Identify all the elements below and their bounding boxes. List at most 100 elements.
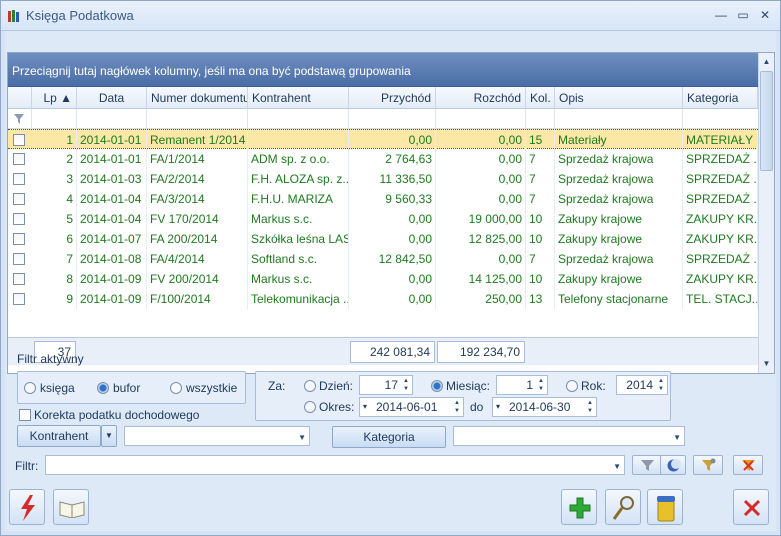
filter-funnel-button[interactable]: [632, 455, 662, 475]
filtr-input[interactable]: ▼: [45, 455, 625, 475]
header-kontrahent[interactable]: Kontrahent: [248, 87, 349, 109]
cell-data: 2014-01-01: [77, 149, 147, 169]
radio-ksiega[interactable]: [24, 382, 36, 394]
vertical-scrollbar[interactable]: ▲ ▼: [758, 53, 774, 373]
minimize-icon[interactable]: —: [712, 7, 730, 23]
filter-icon[interactable]: [14, 114, 24, 124]
table-row[interactable]: 4 2014-01-04 FA/3/2014 F.H.U. MARIZA 9 560,3…: [8, 189, 758, 209]
korekta-checkbox[interactable]: [19, 409, 31, 421]
miesiac-label[interactable]: Miesiąc:: [446, 379, 490, 393]
korekta-label[interactable]: Korekta podatku dochodowego: [34, 408, 199, 422]
okres-from-input[interactable]: ▾ 2014-06-01 ▲ ▼: [359, 397, 464, 417]
filter-settings-button[interactable]: [693, 455, 723, 475]
scroll-up-icon[interactable]: ▲: [760, 55, 773, 69]
group-by-panel[interactable]: Przeciągnij tutaj nagłówek kolumny, jeśl…: [8, 53, 758, 87]
period-panel: Za: Dzień: 17 ▲ ▼ Miesiąc: 1 ▲ ▼ Rok: 2014 ▲ ▼…: [255, 371, 671, 421]
table-row[interactable]: 6 2014-01-07 FA 200/2014 Szkółka leśna LAS 0…: [8, 229, 758, 249]
header-lp[interactable]: Lp ▲: [32, 87, 77, 109]
cell-rozchod: 12 825,00: [436, 229, 526, 249]
filter-row-cell[interactable]: [147, 109, 248, 129]
radio-bufor-label[interactable]: bufor: [113, 381, 140, 395]
kategoria-combo[interactable]: ▼: [453, 426, 685, 446]
filter-row-cell[interactable]: [32, 109, 77, 129]
filter-row-cell[interactable]: [526, 109, 555, 129]
dzien-label[interactable]: Dzień:: [319, 379, 353, 393]
rok-input[interactable]: 2014 ▲ ▼: [616, 375, 668, 395]
kontrahent-combo[interactable]: ▼: [124, 426, 310, 446]
maximize-icon[interactable]: ▭: [734, 7, 752, 23]
table-row[interactable]: 5 2014-01-04 FV 170/2014 Markus s.c. 0,00 19 …: [8, 209, 758, 229]
filter-row-cell[interactable]: [77, 109, 147, 129]
close-button[interactable]: [733, 489, 769, 525]
filter-row-cell[interactable]: [555, 109, 683, 129]
table-row[interactable]: 9 2014-01-09 F/100/2014 Telekomunikacja ...…: [8, 289, 758, 309]
cell-opis: Sprzedaż krajowa: [555, 149, 683, 169]
dropdown-arrow-icon[interactable]: ▼: [613, 458, 621, 476]
table-row[interactable]: 1 2014-01-01 Remanent 1/2014 0,00 0,00 15 Mate…: [8, 129, 758, 150]
dzien-input[interactable]: 17 ▲ ▼: [359, 375, 413, 395]
row-checkbox[interactable]: [13, 134, 25, 146]
cell-numer: FA/1/2014: [147, 149, 248, 169]
radio-rok[interactable]: [566, 380, 578, 392]
table-row[interactable]: 7 2014-01-08 FA/4/2014 Softland s.c. 12 842,…: [8, 249, 758, 269]
miesiac-input[interactable]: 1 ▲ ▼: [496, 375, 548, 395]
table-row[interactable]: 2 2014-01-01 FA/1/2014 ADM sp. z o.o. 2 764,…: [8, 149, 758, 169]
row-checkbox[interactable]: [13, 153, 25, 165]
filter-row-cell[interactable]: [248, 109, 349, 129]
header-opis[interactable]: Opis: [555, 87, 683, 109]
rok-label[interactable]: Rok:: [581, 379, 606, 393]
stepper-icon[interactable]: ▲ ▼: [536, 377, 546, 393]
dropdown-arrow-icon[interactable]: ▼: [673, 429, 681, 447]
dropdown-arrow-icon[interactable]: ▾: [363, 398, 367, 416]
cell-rozchod: 0,00: [436, 149, 526, 169]
radio-dzien[interactable]: [304, 380, 316, 392]
kontrahent-button[interactable]: Kontrahent: [17, 425, 101, 447]
header-data[interactable]: Data: [77, 87, 147, 109]
row-checkbox[interactable]: [13, 193, 25, 205]
scroll-down-icon[interactable]: ▼: [760, 357, 773, 371]
filter-moon-button[interactable]: [660, 455, 686, 475]
close-icon[interactable]: ✕: [756, 7, 774, 23]
dropdown-arrow-icon[interactable]: ▾: [496, 398, 500, 416]
okres-to-input[interactable]: ▾ 2014-06-30 ▲ ▼: [492, 397, 597, 417]
row-checkbox[interactable]: [13, 213, 25, 225]
action-button[interactable]: [9, 489, 45, 525]
radio-bufor[interactable]: [97, 382, 109, 394]
stepper-icon[interactable]: ▲ ▼: [452, 399, 462, 415]
header-rozchod[interactable]: Rozchód: [436, 87, 526, 109]
filter-row-cell[interactable]: [349, 109, 436, 129]
dropdown-arrow-icon[interactable]: ▼: [298, 429, 306, 447]
header-kategoria[interactable]: Kategoria: [683, 87, 758, 109]
view-button[interactable]: [605, 489, 641, 525]
header-przychod[interactable]: Przychód: [349, 87, 436, 109]
radio-okres[interactable]: [304, 401, 316, 413]
stepper-icon[interactable]: ▲ ▼: [585, 399, 595, 415]
kontrahent-dropdown-icon[interactable]: ▼: [101, 425, 117, 447]
table-row[interactable]: 8 2014-01-09 FV 200/2014 Markus s.c. 0,00 14 …: [8, 269, 758, 289]
book-button[interactable]: [53, 489, 89, 525]
row-checkbox[interactable]: [13, 293, 25, 305]
add-button[interactable]: [561, 489, 597, 525]
row-checkbox[interactable]: [13, 173, 25, 185]
cell-lp: 2: [32, 149, 77, 169]
radio-miesiac[interactable]: [431, 380, 443, 392]
radio-wszystkie[interactable]: [170, 382, 182, 394]
filter-clear-button[interactable]: [733, 455, 763, 475]
row-checkbox[interactable]: [13, 233, 25, 245]
funnel-clear-icon: [742, 460, 755, 471]
table-row[interactable]: 3 2014-01-03 FA/2/2014 F.H. ALOZA sp. z... 1…: [8, 169, 758, 189]
row-checkbox[interactable]: [13, 253, 25, 265]
stepper-icon[interactable]: ▲ ▼: [401, 377, 411, 393]
okres-label[interactable]: Okres:: [319, 400, 354, 414]
row-checkbox[interactable]: [13, 273, 25, 285]
scroll-thumb[interactable]: [760, 71, 773, 171]
radio-wszystkie-label[interactable]: wszystkie: [186, 381, 237, 395]
delete-button[interactable]: [647, 489, 683, 525]
stepper-icon[interactable]: ▲ ▼: [656, 377, 666, 393]
header-kol[interactable]: Kol.: [526, 87, 555, 109]
header-numer[interactable]: Numer dokumentu: [147, 87, 248, 109]
kategoria-button[interactable]: Kategoria: [332, 426, 446, 448]
radio-ksiega-label[interactable]: księga: [40, 381, 75, 395]
filter-row-cell[interactable]: [436, 109, 526, 129]
cell-rozchod: 14 125,00: [436, 269, 526, 289]
